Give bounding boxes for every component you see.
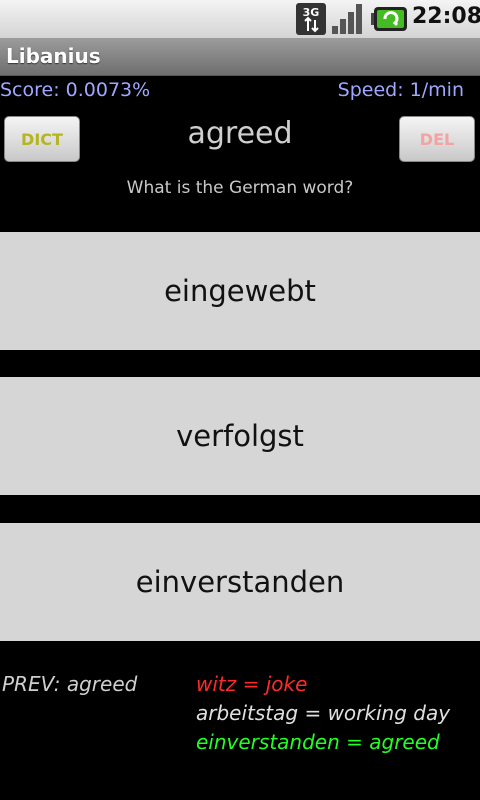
delete-button[interactable]: DEL (399, 116, 475, 162)
history-entry: einverstanden = agreed (196, 730, 440, 754)
app-title: Libanius (6, 44, 101, 68)
3g-data-icon: 3G (296, 3, 326, 35)
svg-text:3G: 3G (303, 6, 320, 19)
status-bar: 3G 22:08 (0, 0, 480, 38)
answer-option-3[interactable]: einverstanden (0, 523, 480, 641)
previous-word: PREV: agreed (2, 672, 138, 696)
score-label: Score: 0.0073% (0, 79, 151, 101)
clock: 22:08 (412, 4, 480, 29)
signal-strength-icon (332, 4, 362, 34)
history-entry: witz = joke (196, 672, 308, 696)
answer-option-1[interactable]: eingewebt (0, 232, 480, 350)
answer-option-2[interactable]: verfolgst (0, 377, 480, 495)
title-bar: Libanius (0, 38, 480, 76)
question-text: What is the German word? (126, 178, 354, 198)
battery-charging-icon (371, 7, 407, 31)
speed-label: Speed: 1/min (337, 79, 464, 101)
history-entry: arbeitstag = working day (196, 701, 451, 725)
